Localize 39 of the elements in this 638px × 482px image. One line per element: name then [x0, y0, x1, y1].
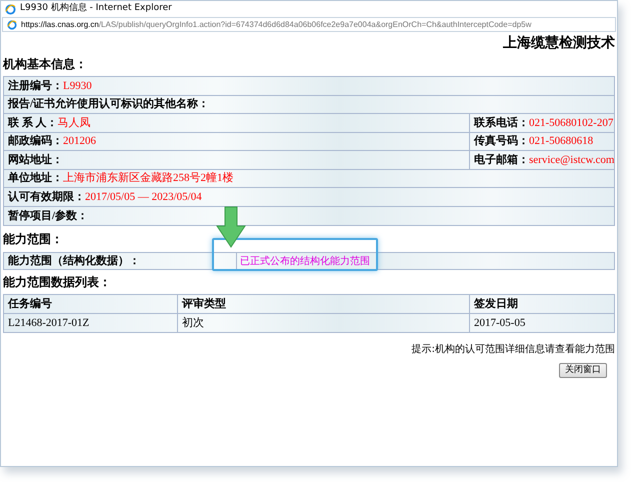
scope-link[interactable]: 已正式公布的结构化能力范围: [236, 253, 370, 269]
column-header: 评审类型: [182, 296, 226, 312]
field-label: 注册编号：: [8, 78, 63, 94]
table-cell-text: 初次: [182, 316, 204, 330]
field-label: 邮政编码：: [8, 134, 63, 149]
field-label: 单位地址：: [8, 170, 63, 186]
field-value: 021-50680102-207: [529, 116, 614, 130]
column-header: 任务编号: [8, 296, 52, 312]
window-title: L9930 机构信息 - Internet Explorer: [20, 2, 172, 16]
browser-logo-icon: [5, 4, 16, 14]
close-window-button[interactable]: 关闭窗口: [559, 363, 607, 378]
url-text: https://las.cnas.org.cn/LAS/publish/queryOrgInfo1.action?id=674374d6d6d84a06b06fce2e9a7e004a&orgEnOrCh=Ch&authInterceptCode=dp5w: [21, 18, 532, 30]
table-cell-text: L21468-2017-01Z: [8, 316, 90, 330]
section-heading: 能力范围数据列表：: [3, 274, 111, 291]
field-value: 021-50680618: [529, 134, 594, 149]
field-value: 上海市浦东新区金藏路258号2幢1楼: [63, 170, 234, 186]
address-bar[interactable]: https://las.cnas.org.cn/LAS/publish/queryOrgInfo1.action?id=674374d6d6d84a06b06fce2e9a7e004a&orgEnOrCh=Ch&authInterceptCode=dp5w: [2, 17, 616, 32]
field-value: 201206: [63, 134, 96, 149]
hint-text: 提示:机构的认可范围详细信息请查看能力范围: [412, 342, 615, 357]
field-value: 马人凤: [58, 116, 90, 130]
organization-name: 上海缆慧检测技术: [503, 34, 615, 52]
field-label: 联 系 人：: [8, 116, 58, 130]
table-cell-text: 2017-05-05: [474, 316, 526, 330]
down-arrow-icon: [216, 206, 246, 248]
field-label: 联系电话：: [474, 116, 529, 130]
field-label: 电子邮箱：: [474, 152, 529, 168]
section-heading: 机构基本信息：: [3, 56, 87, 73]
field-label: 能力范围（结构化数据）：: [7, 254, 141, 269]
field-label: 暂停项目/参数：: [8, 208, 88, 224]
column-header: 签发日期: [474, 296, 518, 312]
browser-logo-icon: [7, 20, 17, 30]
field-label: 传真号码：: [474, 134, 529, 149]
field-value: 2017/05/05 — 2023/05/04: [85, 190, 202, 204]
field-label: 认可有效期限：: [8, 190, 85, 204]
field-value: service@istcw.com: [529, 152, 614, 168]
field-label: 报告/证书允许使用认可标识的其他名称：: [8, 96, 210, 112]
field-label: 网站地址：: [8, 152, 63, 168]
section-heading: 能力范围：: [3, 231, 63, 248]
field-value: L9930: [63, 78, 92, 94]
